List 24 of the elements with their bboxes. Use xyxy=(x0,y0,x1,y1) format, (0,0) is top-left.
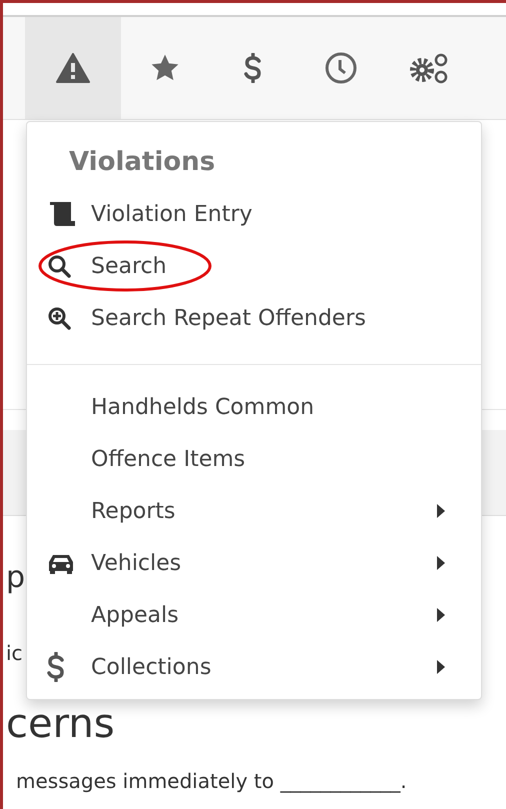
menu-item[interactable]: Search xyxy=(27,240,481,292)
dollar-icon xyxy=(244,53,262,83)
nav-tab[interactable] xyxy=(25,17,121,119)
zoom-in-icon xyxy=(47,306,71,330)
menu-item[interactable]: Violation Entry xyxy=(27,188,481,240)
page-heading: cerns xyxy=(6,700,115,748)
menu-title: Violations xyxy=(68,146,216,179)
scroll-icon xyxy=(47,201,77,227)
menu-item[interactable]: Search Repeat Offenders xyxy=(27,292,481,344)
clock-icon xyxy=(325,52,357,84)
warning-icon xyxy=(56,53,90,83)
dollar-icon xyxy=(47,652,65,682)
paragraph: messages immediately to ____________. xyxy=(16,768,407,794)
text-fragment: ic xyxy=(6,640,23,666)
search-icon xyxy=(47,254,71,278)
menu-item[interactable]: Vehicles xyxy=(27,537,481,589)
menu-item[interactable]: Appeals xyxy=(27,589,481,641)
menu-item[interactable]: Reports xyxy=(27,485,481,537)
menu-item[interactable]: Collections xyxy=(27,641,481,693)
menu-item[interactable]: Offence Items xyxy=(27,433,481,485)
page-heading-fragment: p xyxy=(6,559,26,597)
gears-icon xyxy=(408,52,450,84)
menu-item[interactable]: Handhelds Common xyxy=(27,381,481,433)
car-icon xyxy=(47,552,75,574)
